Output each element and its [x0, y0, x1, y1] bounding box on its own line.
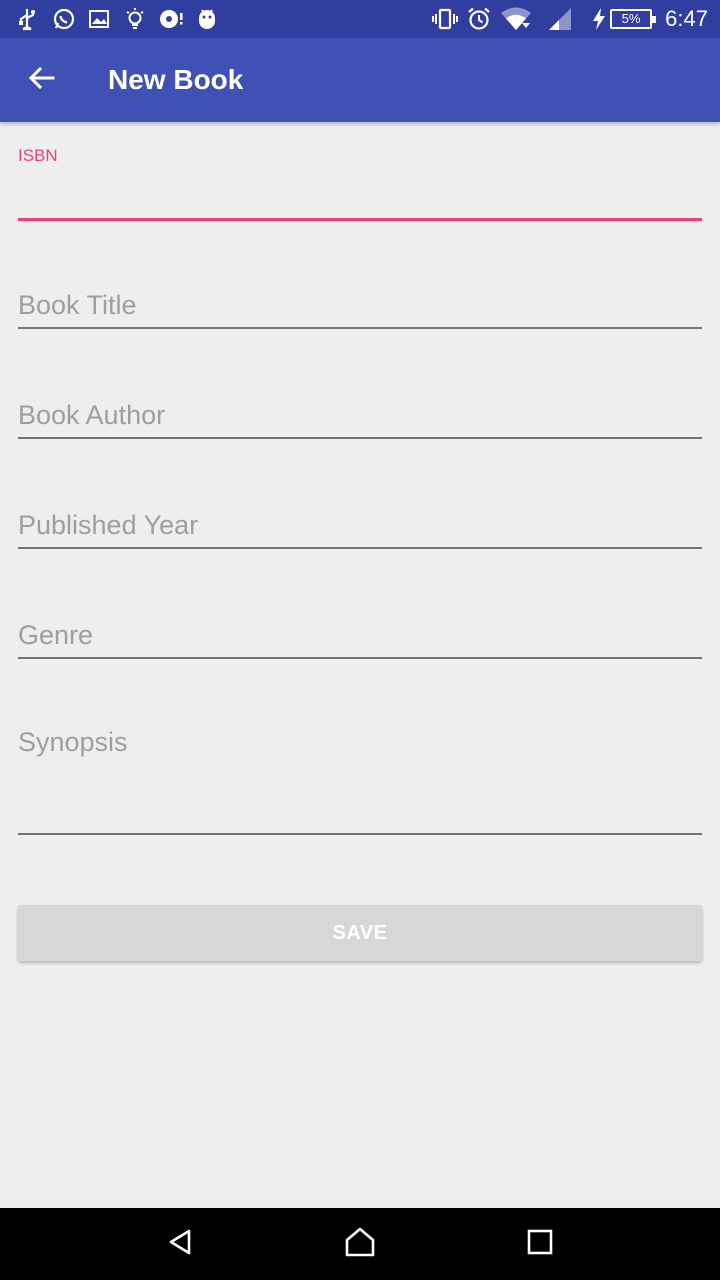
- synopsis-underline: [18, 833, 702, 835]
- home-nav-button[interactable]: [330, 1220, 390, 1268]
- genre-underline: [18, 657, 702, 659]
- vibrate-icon: [430, 0, 460, 38]
- synopsis-hint: Synopsis: [18, 727, 128, 757]
- book-author-field[interactable]: Book Author: [18, 400, 702, 442]
- home-icon: [343, 1226, 377, 1263]
- arrow-back-icon: [28, 64, 56, 97]
- android-icon: [194, 0, 220, 38]
- triangle-back-icon: [165, 1227, 195, 1262]
- alarm-icon: [465, 0, 493, 38]
- page-title: New Book: [108, 64, 244, 95]
- square-recents-icon: [526, 1228, 554, 1261]
- isbn-input[interactable]: [18, 178, 702, 216]
- usb-icon: [14, 0, 40, 38]
- back-nav-button[interactable]: [150, 1220, 210, 1268]
- isbn-underline: [18, 218, 702, 221]
- genre-hint: Genre: [18, 620, 94, 650]
- book-author-underline: [18, 437, 702, 439]
- save-button[interactable]: SAVE: [18, 905, 702, 961]
- lightbulb-icon: [122, 0, 148, 38]
- isbn-label: ISBN: [18, 146, 58, 165]
- battery-level: 5%: [610, 9, 656, 29]
- book-author-hint: Book Author: [18, 400, 166, 430]
- book-title-hint: Book Title: [18, 290, 137, 320]
- charging-icon: [590, 0, 608, 38]
- music-icon: [157, 0, 185, 38]
- genre-field[interactable]: Genre: [18, 620, 702, 662]
- synopsis-field[interactable]: Synopsis: [18, 727, 702, 837]
- signal-icon: [546, 0, 574, 38]
- whatsapp-icon: [50, 0, 78, 38]
- published-year-field[interactable]: Published Year: [18, 510, 702, 552]
- book-title-field[interactable]: Book Title: [18, 290, 702, 332]
- app-bar: New Book: [0, 38, 720, 122]
- image-icon: [86, 0, 112, 38]
- wifi-icon: [500, 0, 532, 38]
- isbn-field[interactable]: ISBN: [18, 146, 702, 226]
- published-year-underline: [18, 547, 702, 549]
- recents-nav-button[interactable]: [510, 1220, 570, 1268]
- status-time: 6:47: [665, 6, 708, 31]
- back-button[interactable]: [18, 58, 66, 102]
- published-year-hint: Published Year: [18, 510, 199, 540]
- status-bar: 5% 6:47: [0, 0, 720, 38]
- navigation-bar: [0, 1208, 720, 1280]
- book-title-underline: [18, 327, 702, 329]
